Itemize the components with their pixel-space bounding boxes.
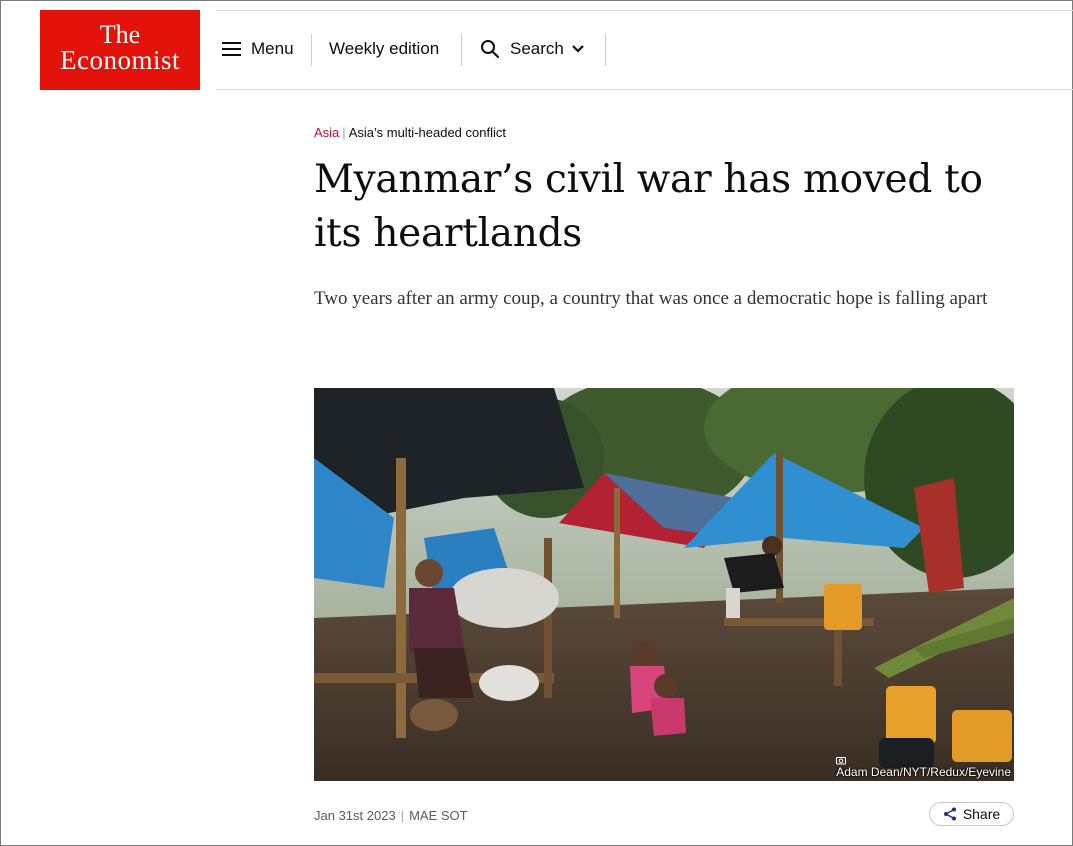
logo-line-2: Economist [60,45,180,75]
section-link[interactable]: Asia [314,125,339,140]
search-icon [481,40,500,59]
share-button[interactable]: Share [929,802,1014,826]
nav-divider [605,34,606,66]
share-label: Share [962,806,1001,822]
headline: Myanmar’s civil war has moved to its hea… [314,157,983,256]
nav-divider [311,34,312,66]
header-top-border [216,10,1073,11]
dateline: Jan 31st 2023 | MAE SOT [314,808,468,823]
nav-divider [461,34,462,66]
chevron-down-icon [572,45,584,53]
menu-button[interactable]: Menu [222,34,294,64]
header-bottom-border [216,89,1073,90]
publish-date: Jan 31st 2023 [314,808,396,823]
hamburger-icon [222,42,241,56]
menu-label: Menu [251,39,294,58]
image-credit: Adam Dean/NYT/Redux/Eyevine [836,755,1011,779]
camera-icon [836,757,847,765]
economist-logo[interactable]: The Economist [40,10,200,90]
article-image: Adam Dean/NYT/Redux/Eyevine [314,388,1014,781]
weekly-edition-label: Weekly edition [329,39,440,58]
standfirst: Two years after an army coup, a country … [314,288,988,309]
subsection-link[interactable]: Asia’s multi-headed conflict [349,125,506,140]
dateline-location: MAE SOT [409,808,468,823]
image-credit-text: Adam Dean/NYT/Redux/Eyevine [836,765,1011,779]
share-icon [943,807,956,821]
refugee-camp-photo [314,388,1014,781]
weekly-edition-link[interactable]: Weekly edition [329,34,439,64]
search-button[interactable]: Search [480,34,585,64]
breadcrumb: Asia | Asia’s multi-headed conflict [314,125,506,140]
search-label: Search [510,39,564,58]
